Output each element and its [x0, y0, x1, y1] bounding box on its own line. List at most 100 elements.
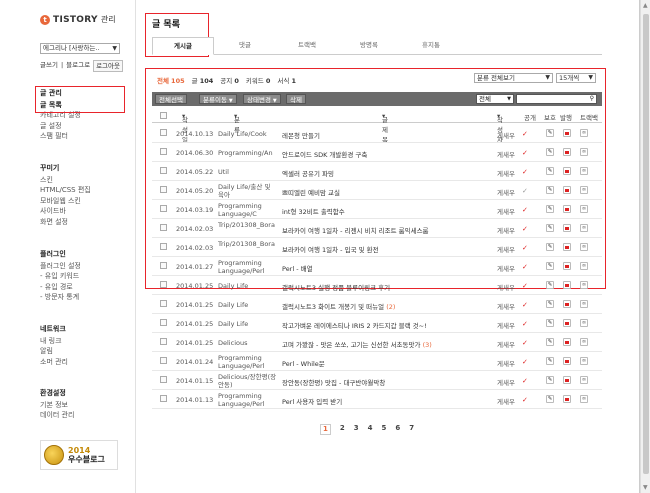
trackback-link-icon[interactable]: ∞: [580, 300, 588, 308]
protect-icon[interactable]: ✎: [546, 243, 554, 251]
publish-icon[interactable]: [563, 300, 571, 308]
protect-icon[interactable]: ✎: [546, 319, 554, 327]
row-checkbox[interactable]: [160, 148, 167, 155]
publish-icon[interactable]: [563, 338, 571, 346]
trackback-link-icon[interactable]: ∞: [580, 129, 588, 137]
trackback-link-icon[interactable]: ∞: [580, 262, 588, 270]
scroll-up-icon[interactable]: ▲: [643, 2, 648, 9]
row-checkbox[interactable]: [160, 300, 167, 307]
sidebar-item-basic-info[interactable]: 기본 정보: [40, 400, 74, 411]
trackback-link-icon[interactable]: ∞: [580, 224, 588, 232]
page-2[interactable]: 2: [340, 424, 345, 435]
row-title[interactable]: Perl 사용자 입력 받기: [282, 396, 342, 406]
row-checkbox[interactable]: [160, 357, 167, 364]
row-checkbox[interactable]: [160, 205, 167, 212]
row-checkbox[interactable]: [160, 167, 167, 174]
row-title[interactable]: 작고가벼운 레이에스티나 IRIS 2 카드지갑 블랙 것~!: [282, 320, 427, 330]
trackback-link-icon[interactable]: ∞: [580, 167, 588, 175]
sidebar-item-my-links[interactable]: 내 링크: [40, 336, 68, 347]
row-title[interactable]: 보라카이 여행 1일차 - 입국 및 환전: [282, 244, 379, 254]
publish-icon[interactable]: [563, 243, 571, 251]
protect-icon[interactable]: ✎: [546, 395, 554, 403]
sidebar-item-post-settings[interactable]: 글 설정: [40, 121, 81, 132]
write-link[interactable]: 글쓰기: [40, 60, 58, 72]
publish-icon[interactable]: [563, 224, 571, 232]
row-category[interactable]: Trip/201308_Bora: [218, 221, 278, 229]
blog-select[interactable]: 에그리나 [사랑하는.. ▼: [40, 43, 120, 54]
publish-icon[interactable]: [563, 376, 571, 384]
public-check-icon[interactable]: ✓: [522, 168, 528, 176]
publish-icon[interactable]: [563, 395, 571, 403]
trackback-link-icon[interactable]: ∞: [580, 338, 588, 346]
trackback-link-icon[interactable]: ∞: [580, 395, 588, 403]
row-checkbox[interactable]: [160, 224, 167, 231]
tab-posts[interactable]: 게시글: [152, 37, 214, 55]
protect-icon[interactable]: ✎: [546, 205, 554, 213]
sidebar-item-data[interactable]: 데이터 관리: [40, 410, 74, 421]
tistory-logo[interactable]: t TISTORY 관리: [40, 14, 116, 25]
public-check-icon[interactable]: ✓: [522, 301, 528, 309]
trackback-link-icon[interactable]: ∞: [580, 205, 588, 213]
row-title[interactable]: Perl - 배열: [282, 263, 313, 273]
public-check-icon[interactable]: ✓: [522, 206, 528, 214]
search-scope-select[interactable]: 전체 ▼: [476, 94, 514, 104]
col-title[interactable]: 글제목 ▾: [382, 112, 388, 144]
scroll-down-icon[interactable]: ▼: [643, 484, 648, 491]
delete-button[interactable]: 삭제: [286, 94, 306, 104]
protect-icon[interactable]: ✎: [546, 338, 554, 346]
stat-total[interactable]: 전체 105: [157, 75, 185, 85]
protect-icon[interactable]: ✎: [546, 186, 554, 194]
row-category[interactable]: Daily Life: [218, 320, 278, 328]
protect-icon[interactable]: ✎: [546, 376, 554, 384]
sidebar-item-skin[interactable]: 스킨: [40, 175, 91, 186]
search-input[interactable]: ⚲: [516, 94, 597, 104]
public-check-icon[interactable]: ✓: [522, 282, 528, 290]
public-check-icon[interactable]: ✓: [522, 339, 528, 347]
protect-icon[interactable]: ✎: [546, 300, 554, 308]
row-title[interactable]: Perl - While문: [282, 358, 325, 368]
publish-icon[interactable]: [563, 186, 571, 194]
row-checkbox[interactable]: [160, 243, 167, 250]
tab-guestbook[interactable]: 방명록: [338, 37, 400, 54]
public-check-icon[interactable]: ✓: [522, 130, 528, 138]
page-3[interactable]: 3: [354, 424, 359, 435]
row-checkbox[interactable]: [160, 395, 167, 402]
tab-trackbacks[interactable]: 트랙백: [276, 37, 338, 54]
col-category[interactable]: 분류 ▾: [234, 112, 240, 134]
change-state-button[interactable]: 상태변경 ▼: [243, 94, 281, 104]
row-category[interactable]: Programming Language/Perl: [218, 259, 278, 275]
public-check-icon[interactable]: ✓: [522, 377, 528, 385]
publish-icon[interactable]: [563, 357, 571, 365]
row-category[interactable]: Trip/201308_Bora: [218, 240, 278, 248]
protect-icon[interactable]: ✎: [546, 224, 554, 232]
row-title[interactable]: 갤럭시노트3 화이트 개봉기 및 떠뉴얼 (2): [282, 301, 395, 311]
trackback-link-icon[interactable]: ∞: [580, 357, 588, 365]
row-checkbox[interactable]: [160, 262, 167, 269]
row-checkbox[interactable]: [160, 281, 167, 288]
row-category[interactable]: Delicious/장한평(장안동): [218, 373, 278, 389]
row-category[interactable]: Programming Language/Perl: [218, 354, 278, 370]
row-checkbox[interactable]: [160, 129, 167, 136]
public-check-icon[interactable]: ✓: [522, 263, 528, 271]
sidebar-item-html-css[interactable]: HTML/CSS 편집: [40, 185, 91, 196]
logout-button[interactable]: 로그아웃: [93, 60, 123, 72]
stat-posts[interactable]: 글 104: [192, 75, 214, 85]
publish-icon[interactable]: [563, 281, 571, 289]
menu-head-design[interactable]: 꾸미기: [40, 163, 91, 174]
protect-icon[interactable]: ✎: [546, 148, 554, 156]
trackback-link-icon[interactable]: ∞: [580, 376, 588, 384]
publish-icon[interactable]: [563, 129, 571, 137]
stat-notice[interactable]: 공지 0: [220, 75, 239, 85]
page-4[interactable]: 4: [368, 424, 373, 435]
row-category[interactable]: Daily Life/Cook: [218, 130, 278, 138]
scrollbar[interactable]: ▲ ▼: [640, 0, 650, 493]
row-comment-count[interactable]: (3): [423, 341, 432, 349]
publish-icon[interactable]: [563, 205, 571, 213]
publish-icon[interactable]: [563, 319, 571, 327]
row-category[interactable]: Programming/An: [218, 149, 278, 157]
publish-icon[interactable]: [563, 262, 571, 270]
row-checkbox[interactable]: [160, 186, 167, 193]
row-category[interactable]: Programming Language/C: [218, 202, 278, 218]
row-checkbox[interactable]: [160, 376, 167, 383]
trackback-link-icon[interactable]: ∞: [580, 281, 588, 289]
